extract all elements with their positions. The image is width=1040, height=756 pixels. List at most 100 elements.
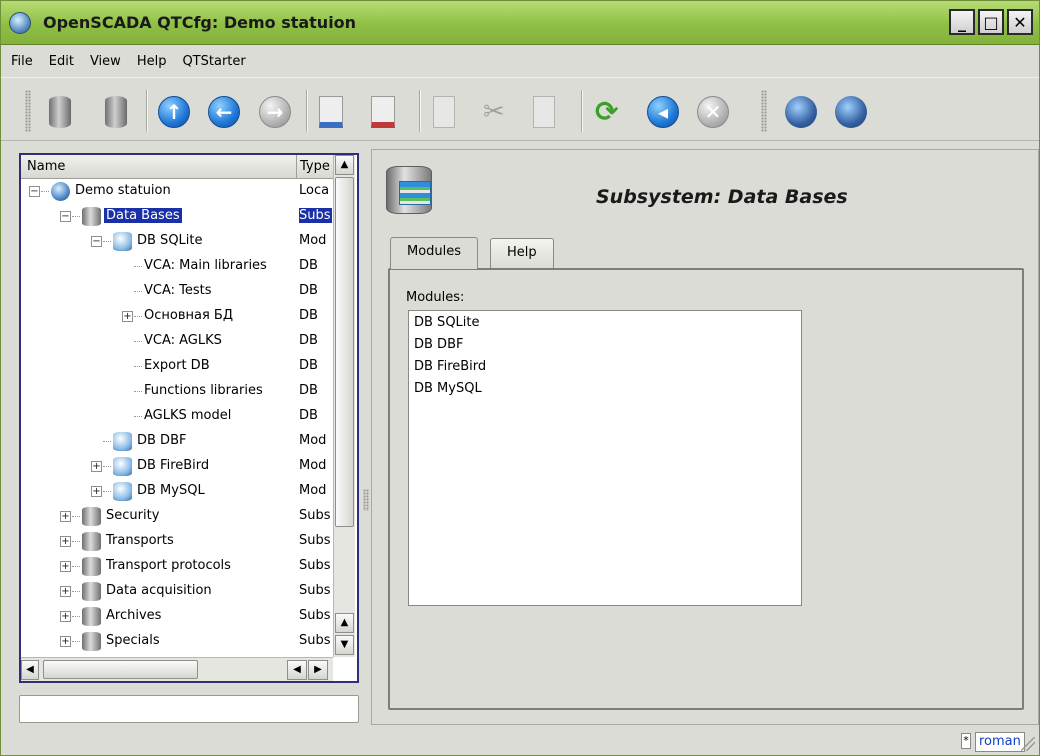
tree-row[interactable]: − DB SQLite Mod	[21, 229, 333, 254]
tree-row-label: DB DBF	[137, 433, 187, 448]
tree-connector	[72, 541, 80, 542]
stop-icon[interactable]: ✕	[697, 96, 729, 128]
tree-row-type: Subs	[299, 633, 331, 648]
tree-hscroll-thumb[interactable]	[43, 660, 198, 679]
expand-icon[interactable]: +	[60, 536, 71, 547]
tree-row-type: DB	[299, 283, 318, 298]
station-icon[interactable]	[835, 96, 867, 128]
tree-horizontal-scrollbar[interactable]: ◀ ◀ ▶	[21, 657, 333, 681]
scroll-down-arrow-icon[interactable]: ▼	[335, 635, 354, 655]
tree-row[interactable]: + Основная БД DB	[21, 304, 333, 329]
cut-icon[interactable]: ✂	[483, 96, 515, 128]
expand-icon[interactable]: +	[60, 611, 71, 622]
tree-row[interactable]: Export DB DB	[21, 354, 333, 379]
item-add-icon[interactable]	[319, 96, 343, 128]
item-delete-icon[interactable]	[371, 96, 395, 128]
menu-edit[interactable]: Edit	[43, 54, 84, 69]
column-header-type[interactable]: Type	[300, 159, 330, 174]
expand-icon[interactable]: +	[122, 311, 133, 322]
tab-panel-modules: Modules: DB SQLite DB DBF DB FireBird DB…	[388, 268, 1024, 710]
scroll-right-arrow-icon[interactable]: ▶	[308, 660, 328, 680]
toolbar-grip[interactable]	[761, 90, 767, 132]
tree-row[interactable]: VCA: Main libraries DB	[21, 254, 333, 279]
module-list-item[interactable]: DB FireBird	[414, 359, 486, 374]
tree-connector	[134, 366, 142, 367]
expand-icon[interactable]: +	[91, 461, 102, 472]
tree-row[interactable]: VCA: Tests DB	[21, 279, 333, 304]
close-button[interactable]: ✕	[1007, 9, 1033, 35]
tab-help[interactable]: Help	[490, 238, 554, 268]
expand-icon[interactable]: +	[60, 511, 71, 522]
tree-row[interactable]: + DB MySQL Mod	[21, 479, 333, 504]
resize-grip-icon[interactable]	[1021, 737, 1035, 751]
scroll-up-arrow-icon[interactable]: ▲	[335, 155, 354, 175]
module-list-item[interactable]: DB SQLite	[414, 315, 480, 330]
tree-row[interactable]: + DB FireBird Mod	[21, 454, 333, 479]
maximize-button[interactable]: □	[978, 9, 1004, 35]
server-icon[interactable]	[785, 96, 817, 128]
current-user[interactable]: roman	[975, 732, 1025, 752]
tree-row[interactable]: + Security Subs	[21, 504, 333, 529]
column-header-name[interactable]: Name	[27, 159, 65, 174]
tree-row-type: Subs	[299, 533, 331, 548]
title-bar[interactable]: OpenSCADA QTCfg: Demo statuion _ □ ✕	[1, 1, 1039, 45]
tree-row[interactable]: AGLKS model DB	[21, 404, 333, 429]
tree-connector	[134, 266, 142, 267]
tree-connector	[72, 216, 80, 217]
expand-icon[interactable]: +	[91, 486, 102, 497]
copy-icon[interactable]	[433, 96, 455, 128]
tree-row[interactable]: + Archives Subs	[21, 604, 333, 629]
menu-file[interactable]: File	[5, 54, 43, 69]
tree-row[interactable]: VCA: AGLKS DB	[21, 329, 333, 354]
tree-row[interactable]: DB DBF Mod	[21, 429, 333, 454]
modified-indicator[interactable]: *	[961, 733, 971, 749]
tree-row-label: Data Bases	[104, 208, 182, 223]
menu-help[interactable]: Help	[131, 54, 177, 69]
minimize-button[interactable]: _	[949, 9, 975, 35]
menu-qtstarter[interactable]: QTStarter	[176, 54, 255, 69]
expand-icon[interactable]: +	[60, 586, 71, 597]
module-list-item[interactable]: DB MySQL	[414, 381, 482, 396]
back-icon[interactable]: ←	[208, 96, 240, 128]
tree-row[interactable]: − Data Bases Subs	[21, 204, 333, 229]
splitter-grip[interactable]	[363, 489, 369, 511]
pane-splitter[interactable]	[362, 149, 370, 725]
tree-scroll-thumb[interactable]	[335, 177, 354, 527]
tree-node-icon	[82, 207, 101, 226]
menu-view[interactable]: View	[84, 54, 131, 69]
collapse-icon[interactable]: −	[29, 186, 40, 197]
start-icon[interactable]: ◂	[647, 96, 679, 128]
tree-row[interactable]: + Transports Subs	[21, 529, 333, 554]
tree-vertical-scrollbar[interactable]: ▲ ▲ ▼	[333, 155, 355, 657]
tree-row[interactable]: + Data acquisition Subs	[21, 579, 333, 604]
tab-modules[interactable]: Modules	[390, 237, 479, 269]
up-icon[interactable]: ↑	[158, 96, 190, 128]
tree-row-label: Transports	[106, 533, 174, 548]
path-input[interactable]	[19, 695, 359, 723]
db-load-icon[interactable]	[49, 96, 71, 128]
tree-row[interactable]: − Demo statuion Loca	[21, 179, 333, 204]
tree-row[interactable]: + Transport protocols Subs	[21, 554, 333, 579]
tree-row[interactable]: Functions libraries DB	[21, 379, 333, 404]
toolbar-separator	[306, 90, 308, 132]
toolbar-separator	[581, 90, 583, 132]
collapse-icon[interactable]: −	[60, 211, 71, 222]
tree-connector	[103, 491, 111, 492]
navigation-tree[interactable]: Name Type − Demo statuion Loca − Data Bases S…	[19, 153, 359, 683]
scroll-left-arrow-icon[interactable]: ◀	[21, 660, 39, 680]
module-list-item[interactable]: DB DBF	[414, 337, 463, 352]
forward-icon[interactable]: →	[259, 96, 291, 128]
tree-node-icon	[82, 607, 101, 626]
modules-list[interactable]: DB SQLite DB DBF DB FireBird DB MySQL	[408, 310, 802, 606]
paste-icon[interactable]	[533, 96, 555, 128]
toolbar-grip[interactable]	[25, 90, 31, 132]
db-save-icon[interactable]	[105, 96, 127, 128]
collapse-icon[interactable]: −	[91, 236, 102, 247]
tree-row-type: Mod	[299, 458, 327, 473]
expand-icon[interactable]: +	[60, 636, 71, 647]
scroll-left-arrow-icon[interactable]: ◀	[287, 660, 307, 680]
expand-icon[interactable]: +	[60, 561, 71, 572]
refresh-icon[interactable]: ⟳	[595, 96, 627, 128]
scroll-up-arrow-icon[interactable]: ▲	[335, 613, 354, 633]
tree-row[interactable]: + Specials Subs	[21, 629, 333, 654]
